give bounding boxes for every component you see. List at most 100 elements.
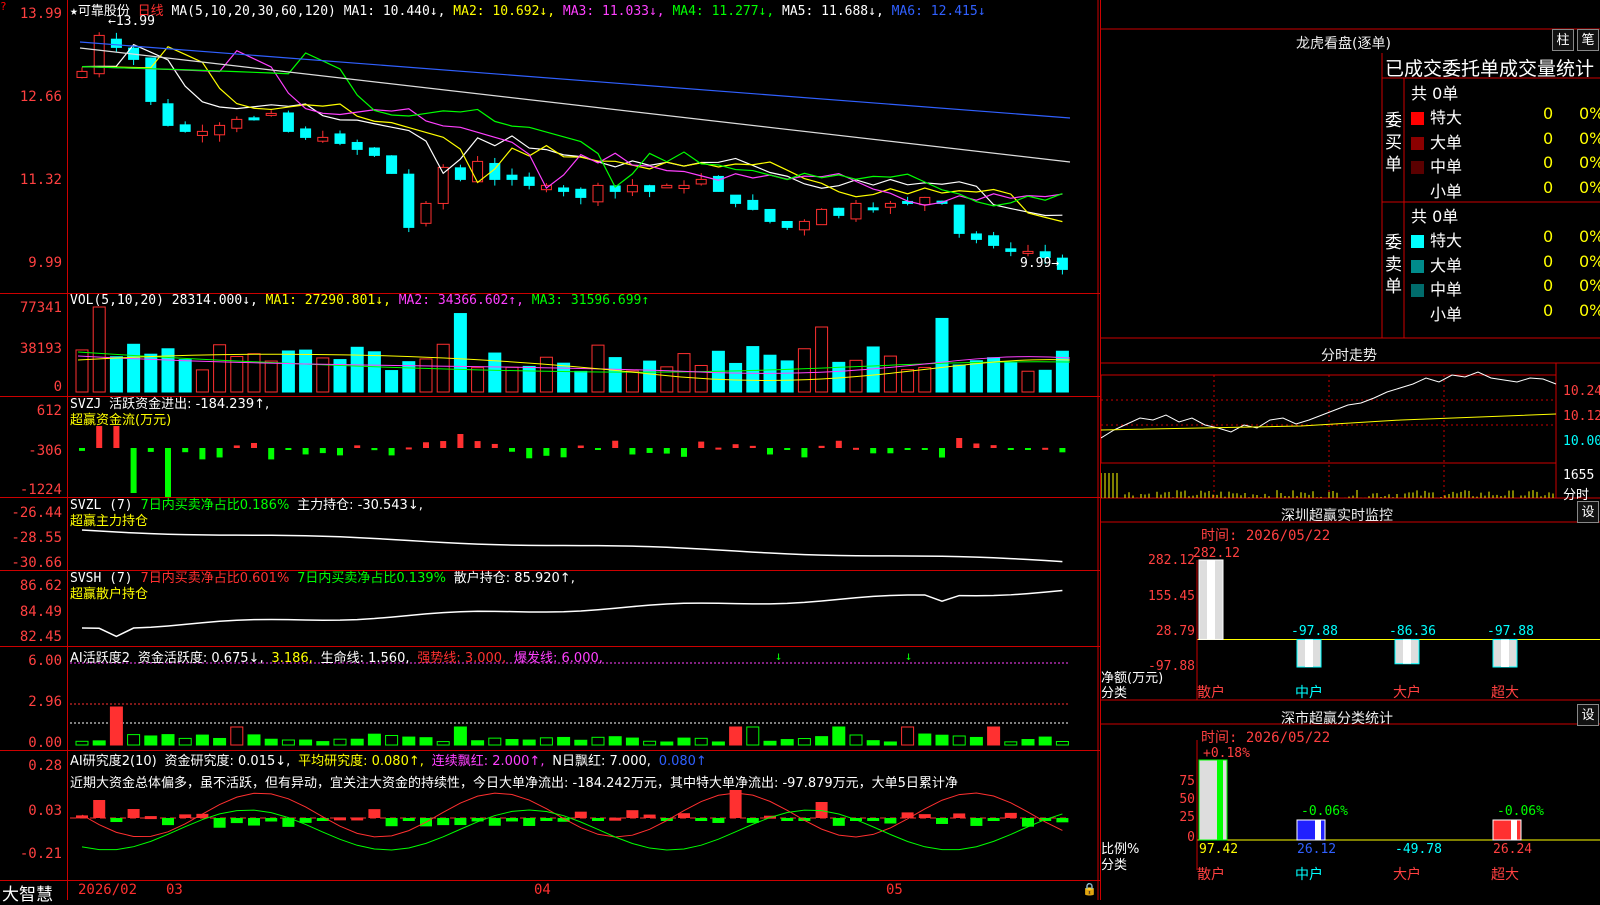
- ai2-bar: [144, 816, 157, 820]
- classify-value: 97.42: [1199, 842, 1239, 857]
- ai1-arrow: ↓: [905, 649, 912, 663]
- ai2-bar: [987, 818, 1000, 821]
- classify-time: 时间: 2026/05/22: [1201, 730, 1331, 746]
- lock-icon[interactable]: 🔒: [1082, 882, 1097, 896]
- row-percent: 0%: [1579, 227, 1600, 246]
- svzj-bar: [405, 447, 412, 450]
- star-icon[interactable]: ★: [70, 4, 78, 19]
- x-tick: 04: [534, 882, 551, 898]
- candle: [730, 194, 742, 204]
- svzj-bar: [956, 438, 963, 448]
- color-swatch: [1411, 161, 1424, 174]
- y-tick: 77341: [19, 300, 62, 316]
- svsh-ratio1: 7日内买卖净占比0.601%: [140, 571, 290, 586]
- svzj-bar: [216, 448, 223, 458]
- main-header: ★可靠股份 日线 MA(5,10,20,30,60,120) MA1: 10.4…: [70, 0, 986, 19]
- volume-bar: [453, 313, 467, 393]
- volume-bar: [281, 350, 295, 393]
- color-swatch: [1411, 284, 1424, 297]
- x-tick: 03: [166, 882, 183, 898]
- ai1-bar: [557, 736, 571, 746]
- ai2-bar: [540, 818, 553, 821]
- y-tick: 12.66: [19, 89, 62, 105]
- svzj-bar: [1059, 448, 1066, 453]
- svzj-bar: [612, 440, 619, 448]
- ai1-value2: 3.186,: [271, 651, 313, 666]
- ai1-bar: [161, 734, 175, 746]
- ai2-bar: [488, 818, 501, 826]
- ai1-bar: [1021, 739, 1035, 746]
- candle: [162, 103, 174, 126]
- candle: [386, 155, 398, 174]
- svzj-bar: [732, 444, 739, 448]
- fenshi-frame: [1101, 374, 1557, 464]
- ai1-bar: [591, 736, 605, 746]
- classify-top-label: +0.18%: [1203, 746, 1250, 761]
- row-count: 0: [1543, 128, 1554, 148]
- monitor-category: 超大: [1491, 685, 1519, 701]
- volume-bar: [471, 367, 485, 393]
- svzj-bar: [560, 448, 567, 458]
- ai1-bar: [729, 726, 743, 746]
- ma-values: MA1: 10.440↓, MA2: 10.692↓, MA3: 11.033↓…: [344, 4, 986, 19]
- svzj-value: 活跃资金进出: -184.239↑,: [109, 397, 270, 412]
- ai1-bar: [402, 736, 416, 746]
- volume-bar: [109, 356, 123, 393]
- bar-mode-button[interactable]: 柱: [1552, 29, 1574, 51]
- ai2-bar: [1004, 812, 1017, 818]
- monitor-bar-value: -97.88: [1291, 624, 1338, 639]
- svzj-bar: [199, 448, 206, 460]
- svzj-bar: [440, 441, 447, 448]
- ai2-bar: [127, 809, 140, 818]
- svzj-bar: [939, 448, 945, 458]
- ai2-bar: [213, 818, 226, 828]
- ai2-bar: [523, 818, 536, 826]
- candle: [76, 70, 88, 78]
- candle: [953, 204, 965, 234]
- y-tick: 25: [1179, 810, 1195, 825]
- y-tick: 6.00: [28, 653, 62, 669]
- vol-ma3: MA3: 31596.699↑: [531, 293, 650, 308]
- buy-row: 大单 0 0%: [1411, 128, 1600, 152]
- ai1-bar: [987, 726, 1001, 746]
- x-tick: 05: [886, 882, 903, 898]
- ma-item-6: MA6: 12.415↓: [891, 4, 986, 19]
- ai1-bar: [694, 737, 708, 746]
- volume-bar: [178, 359, 192, 393]
- svzj-bar: [371, 448, 378, 451]
- row-label: 中单: [1430, 157, 1463, 176]
- volume-bar: [1038, 369, 1052, 393]
- y-tick: 86.62: [19, 578, 62, 594]
- classify-settings-button[interactable]: 设: [1577, 704, 1599, 726]
- chart-area[interactable]: ↓ ↓ ? ★可靠股份 日线 MA(5,10,20,30,60,120) MA1:…: [0, 0, 1100, 905]
- volume-bar: [969, 360, 983, 393]
- ai2-bar: [678, 813, 690, 818]
- volume-bar: [539, 356, 553, 393]
- ai1-bar: [539, 737, 553, 746]
- row-label: 特大: [1430, 108, 1463, 127]
- svzj-bar: [337, 448, 343, 456]
- ai2-green-line: [81, 809, 1063, 851]
- y-tick: 0: [53, 379, 62, 395]
- svzj-bar: [113, 426, 120, 448]
- candle: [644, 185, 656, 192]
- lhb-title: 龙虎看盘(逐单): [1296, 36, 1391, 52]
- tick-mode-button[interactable]: 笔: [1577, 29, 1599, 51]
- ai2-bar: [1056, 818, 1069, 823]
- volume-bar: [815, 326, 829, 393]
- row-count: 0: [1543, 300, 1554, 320]
- volume-bar: [385, 370, 399, 393]
- svzj-bar: [1007, 448, 1014, 450]
- svzj-bar: [1025, 448, 1031, 450]
- classify-category: 散户: [1197, 867, 1225, 883]
- y-tick: 38193: [19, 341, 62, 357]
- ai1-bar: [299, 739, 313, 746]
- row-count: 0: [1543, 177, 1554, 197]
- candle: [833, 207, 845, 216]
- ai2-bar: [93, 800, 106, 818]
- volume-bar: [522, 365, 536, 393]
- volume-bar: [557, 362, 571, 393]
- candle: [351, 141, 363, 150]
- monitor-settings-button[interactable]: 设: [1577, 501, 1599, 523]
- svzj-title: 超赢资金流(万元): [70, 413, 172, 428]
